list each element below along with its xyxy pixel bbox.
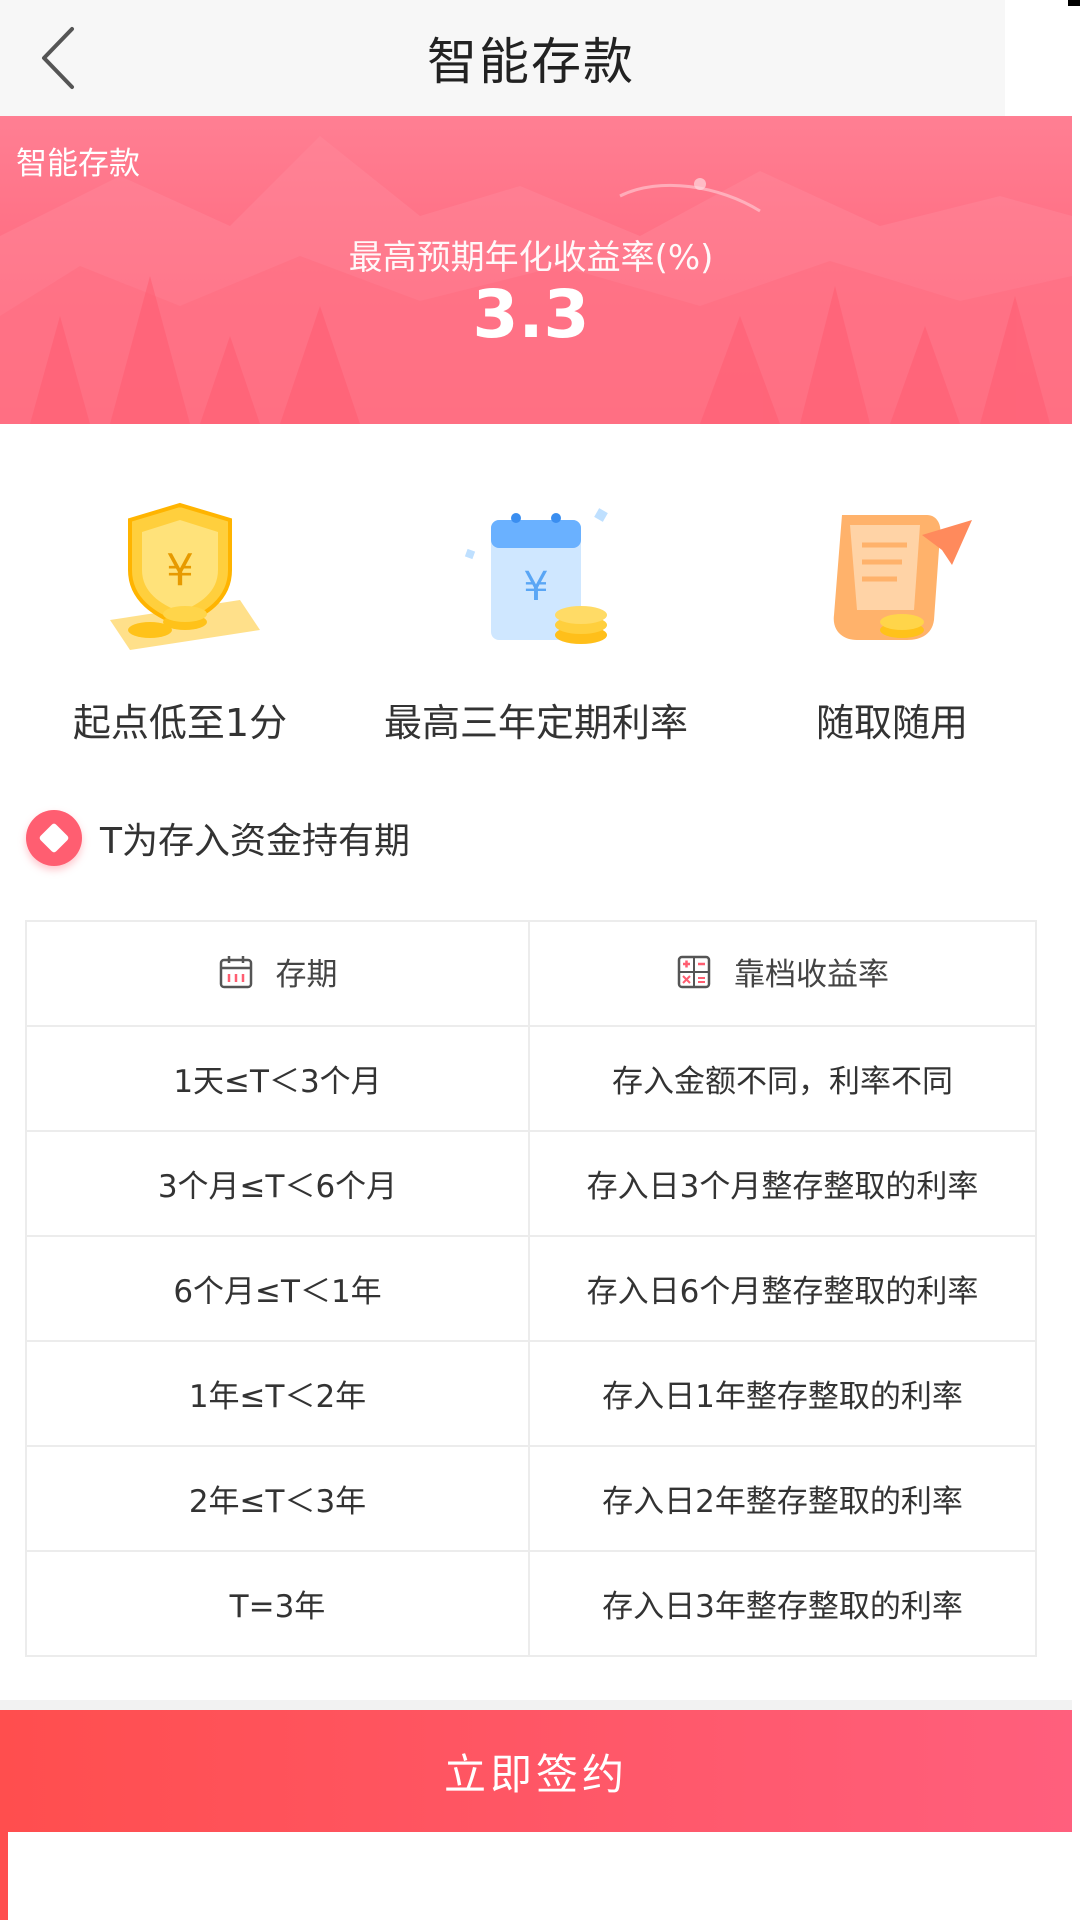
table-row: 2年≤T＜3年 存入日2年整存整取的利率	[25, 1445, 1037, 1552]
back-button[interactable]	[28, 18, 88, 98]
holding-period-note: T为存入资金持有期	[26, 810, 410, 866]
term-cell: 3个月≤T＜6个月	[25, 1130, 530, 1237]
table-header-label: 靠档收益率	[734, 957, 889, 994]
feature-item-low-start: ¥ 起点低至1分	[0, 480, 360, 750]
term-cell: 1天≤T＜3个月	[25, 1025, 530, 1132]
calendar-yuan-coins-icon: ¥	[464, 508, 608, 644]
feature-label: 最高三年定期利率	[383, 701, 688, 745]
shield-yuan-coins-icon: ¥	[110, 502, 260, 650]
banner-subtitle: 最高预期年化收益率(%)	[348, 238, 714, 278]
term-cell: T=3年	[25, 1550, 530, 1657]
rate-cell: 存入日3个月整存整取的利率	[528, 1130, 1037, 1237]
banner-rate-value: 3.3	[472, 276, 590, 353]
feature-item-fixed-rate: ¥ 最高三年定期利率	[356, 480, 716, 750]
note-text: T为存入资金持有期	[100, 821, 410, 862]
rate-cell: 存入日2年整存整取的利率	[528, 1445, 1037, 1552]
feature-item-flexible: 随取随用	[712, 480, 1072, 750]
bottom-edge-accent	[0, 1832, 8, 1920]
feature-label: 随取随用	[815, 701, 968, 745]
table-row: 1天≤T＜3个月 存入金额不同，利率不同	[25, 1025, 1037, 1132]
rate-cell: 存入日6个月整存整取的利率	[528, 1235, 1037, 1342]
term-cell: 1年≤T＜2年	[25, 1340, 530, 1447]
table-header-term: 存期	[25, 920, 530, 1027]
table-header-row: 存期 靠档收益率	[25, 920, 1037, 1027]
feature-list: ¥ 起点低至1分 ¥ 最高三年定期利率 随取随用	[0, 480, 1072, 750]
table-row: 3个月≤T＜6个月 存入日3个月整存整取的利率	[25, 1130, 1037, 1237]
svg-text:¥: ¥	[166, 545, 194, 596]
table-header-label: 存期	[275, 957, 338, 994]
chevron-left-icon	[42, 27, 74, 89]
bottom-safe-area	[8, 1832, 1072, 1920]
page-title: 智能存款	[427, 33, 635, 91]
rate-cell: 存入日3年整存整取的利率	[528, 1550, 1037, 1657]
calculator-icon	[677, 955, 711, 988]
rate-cell: 存入日1年整存整取的利率	[528, 1340, 1037, 1447]
rate-table: 存期 靠档收益率 1天≤T＜3个月 存入金额不同，利率不同 3个月≤T＜6个月 …	[25, 920, 1037, 1657]
status-corner-mark	[1068, 0, 1080, 6]
table-row: 1年≤T＜2年 存入日1年整存整取的利率	[25, 1340, 1037, 1447]
feature-label: 起点低至1分	[72, 701, 288, 745]
table-row: T=3年 存入日3年整存整取的利率	[25, 1550, 1037, 1657]
calendar-icon	[219, 955, 252, 988]
diamond-badge-icon	[26, 810, 82, 866]
svg-text:¥: ¥	[523, 564, 548, 610]
term-cell: 6个月≤T＜1年	[25, 1235, 530, 1342]
paper-plane-scroll-icon	[833, 515, 972, 640]
sign-now-button[interactable]: 立即签约	[0, 1710, 1072, 1832]
rate-cell: 存入金额不同，利率不同	[528, 1025, 1037, 1132]
table-row: 6个月≤T＜1年 存入日6个月整存整取的利率	[25, 1235, 1037, 1342]
term-cell: 2年≤T＜3年	[25, 1445, 530, 1552]
table-header-rate: 靠档收益率	[528, 920, 1037, 1027]
rate-banner: 智能存款 最高预期年化收益率(%) 3.3	[0, 116, 1072, 424]
banner-tag: 智能存款	[16, 146, 140, 182]
